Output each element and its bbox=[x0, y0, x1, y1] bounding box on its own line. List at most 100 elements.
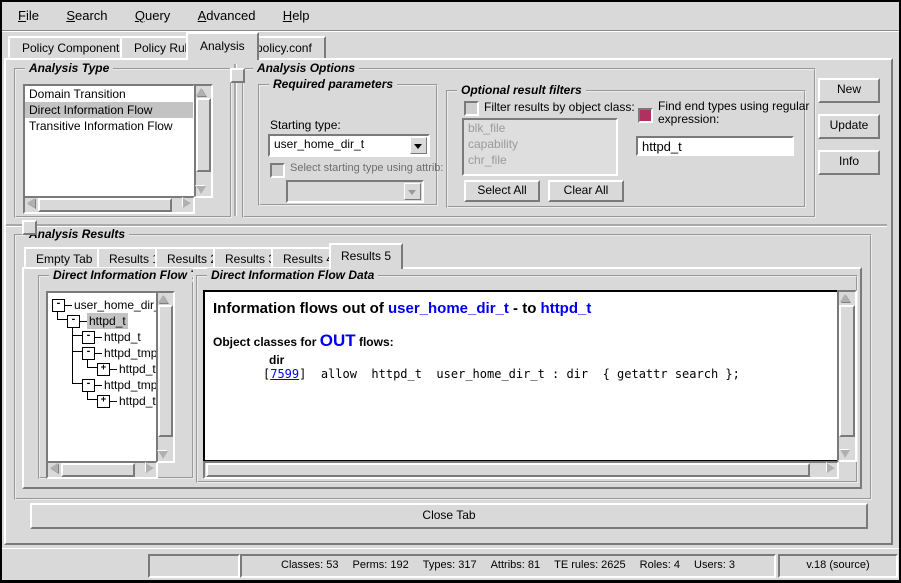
attrib-checkbox[interactable] bbox=[270, 163, 285, 178]
tree-node-label[interactable]: httpd_t bbox=[117, 361, 158, 377]
tree-node-label[interactable]: user_home_dir_t bbox=[72, 297, 158, 313]
collapse-icon[interactable]: - bbox=[67, 315, 80, 328]
list-item[interactable]: Transitive Information Flow bbox=[25, 118, 193, 134]
scroll-thumb[interactable] bbox=[38, 198, 172, 212]
horizontal-sash[interactable] bbox=[6, 224, 887, 227]
data-vscrollbar[interactable] bbox=[837, 290, 857, 462]
scroll-up-icon[interactable] bbox=[840, 294, 850, 302]
collapse-icon[interactable]: - bbox=[82, 379, 95, 392]
scroll-left-icon[interactable] bbox=[27, 198, 35, 208]
analysis-results-label: Analysis Results bbox=[25, 227, 129, 241]
info-button[interactable]: Info bbox=[818, 150, 880, 175]
attrib-checkbox-label[interactable]: Select starting type using attrib: bbox=[290, 162, 443, 174]
scroll-thumb[interactable] bbox=[839, 305, 855, 437]
list-item[interactable]: capability bbox=[464, 136, 616, 152]
regex-checkbox-label[interactable]: Find end types using regular expression: bbox=[658, 100, 818, 126]
status-bar: Classes: 53Perms: 192Types: 317Attribs: … bbox=[2, 548, 899, 581]
combo-dropdown-button[interactable] bbox=[410, 137, 427, 154]
scroll-left-icon[interactable] bbox=[50, 463, 58, 473]
tree-node-label[interactable]: httpd_t bbox=[102, 329, 143, 345]
required-parameters-label: Required parameters bbox=[269, 77, 397, 91]
attrib-combobox[interactable] bbox=[286, 180, 424, 203]
data-hscrollbar[interactable] bbox=[203, 461, 839, 479]
analysis-type-vscrollbar[interactable] bbox=[194, 84, 213, 198]
analysis-options-label: Analysis Options bbox=[253, 61, 359, 75]
tree-node[interactable]: -user_home_dir_t bbox=[52, 297, 158, 313]
scroll-thumb[interactable] bbox=[206, 463, 810, 477]
starting-type-combobox[interactable]: user_home_dir_t bbox=[268, 134, 430, 157]
tab-analysis[interactable]: Analysis bbox=[186, 32, 259, 60]
tree-connector bbox=[72, 351, 82, 352]
tree-node-label[interactable]: httpd_t bbox=[87, 313, 128, 329]
menu-query[interactable]: Query bbox=[127, 8, 178, 23]
menu-file[interactable]: File bbox=[10, 8, 47, 23]
horizontal-sash-handle[interactable] bbox=[22, 220, 37, 235]
select-all-button[interactable]: Select All bbox=[464, 180, 540, 202]
tree-node-label[interactable]: httpd_tmp_t bbox=[102, 345, 158, 361]
regex-input[interactable] bbox=[636, 136, 794, 156]
tree-node[interactable]: -httpd_t bbox=[67, 313, 128, 329]
tree-connector bbox=[72, 324, 73, 383]
tree-connector bbox=[95, 353, 102, 354]
tree-vscrollbar[interactable] bbox=[156, 291, 175, 463]
tree-node[interactable]: -httpd_t bbox=[82, 329, 143, 345]
source-type: user_home_dir_t bbox=[388, 300, 509, 317]
tree-hscrollbar[interactable] bbox=[46, 461, 158, 479]
scroll-right-icon[interactable] bbox=[827, 463, 835, 473]
scroll-thumb[interactable] bbox=[158, 305, 173, 437]
collapse-icon[interactable]: - bbox=[82, 331, 95, 344]
object-class-list[interactable]: blk_file capability chr_file bbox=[462, 118, 618, 176]
optional-result-filters-group: Optional result filters Filter results b… bbox=[446, 90, 806, 208]
list-item[interactable]: Domain Transition bbox=[25, 86, 193, 102]
collapse-icon[interactable]: - bbox=[52, 299, 65, 312]
regex-checkbox[interactable] bbox=[638, 108, 653, 123]
tree-connector bbox=[110, 401, 117, 402]
list-item[interactable]: chr_file bbox=[464, 152, 616, 168]
close-tab-button[interactable]: Close Tab bbox=[30, 503, 868, 529]
scroll-right-icon[interactable] bbox=[183, 198, 191, 208]
tree-connector bbox=[95, 337, 102, 338]
tree-node[interactable]: -httpd_tmpfs_ bbox=[82, 377, 158, 393]
object-class-checkbox-label[interactable]: Filter results by object class: bbox=[484, 100, 635, 114]
expand-icon[interactable]: + bbox=[97, 363, 110, 376]
menu-advanced[interactable]: Advanced bbox=[190, 8, 264, 23]
new-button[interactable]: New bbox=[818, 78, 880, 103]
menu-search[interactable]: Search bbox=[58, 8, 115, 23]
tab-results-5[interactable]: Results 5 bbox=[329, 243, 403, 269]
tree-node[interactable]: -httpd_tmp_t bbox=[82, 345, 158, 361]
tree-node[interactable]: + httpd_t bbox=[97, 393, 158, 409]
scroll-up-icon[interactable] bbox=[196, 88, 206, 96]
flow-data-text[interactable]: Information flows out of user_home_dir_t… bbox=[203, 290, 843, 462]
analysis-options-group: Analysis Options Required parameters Sta… bbox=[242, 68, 816, 218]
rule-number-link[interactable]: 7599 bbox=[270, 367, 299, 381]
combo-dropdown-button[interactable] bbox=[404, 183, 421, 200]
scroll-up-icon[interactable] bbox=[158, 295, 168, 303]
scroll-down-icon[interactable] bbox=[196, 186, 206, 194]
menu-help[interactable]: Help bbox=[275, 8, 318, 23]
analysis-results-group: Analysis Results Empty Tab Results 1 Res… bbox=[14, 234, 872, 500]
scroll-thumb[interactable] bbox=[61, 463, 135, 477]
tree-connector bbox=[80, 321, 87, 322]
list-item[interactable]: blk_file bbox=[464, 120, 616, 136]
scroll-down-icon[interactable] bbox=[158, 451, 168, 459]
tree-node-label[interactable]: httpd_tmpfs_ bbox=[102, 377, 158, 393]
analysis-type-hscrollbar[interactable] bbox=[23, 196, 195, 214]
vertical-sash[interactable] bbox=[234, 64, 237, 216]
expand-icon[interactable]: + bbox=[97, 395, 110, 408]
list-item[interactable]: Direct Information Flow bbox=[25, 102, 193, 118]
scroll-down-icon[interactable] bbox=[840, 450, 850, 458]
object-class-checkbox[interactable] bbox=[464, 101, 479, 116]
update-button[interactable]: Update bbox=[818, 114, 880, 139]
starting-type-label: Starting type: bbox=[270, 118, 341, 132]
collapse-icon[interactable]: - bbox=[82, 347, 95, 360]
tree-node[interactable]: + httpd_t bbox=[97, 361, 158, 377]
tree-node-label[interactable]: httpd_t bbox=[117, 393, 158, 409]
analysis-type-list[interactable]: Domain Transition Direct Information Flo… bbox=[23, 84, 195, 198]
vertical-sash-handle[interactable] bbox=[230, 68, 245, 83]
scroll-right-icon[interactable] bbox=[146, 463, 154, 473]
flow-tree[interactable]: -user_home_dir_t -httpd_t -httpd_t -http… bbox=[46, 291, 158, 463]
clear-all-button[interactable]: Clear All bbox=[548, 180, 624, 202]
status-stats-panel: Classes: 53Perms: 192Types: 317Attribs: … bbox=[240, 554, 776, 578]
status-types: Types: 317 bbox=[423, 556, 477, 574]
scroll-thumb[interactable] bbox=[196, 98, 211, 172]
